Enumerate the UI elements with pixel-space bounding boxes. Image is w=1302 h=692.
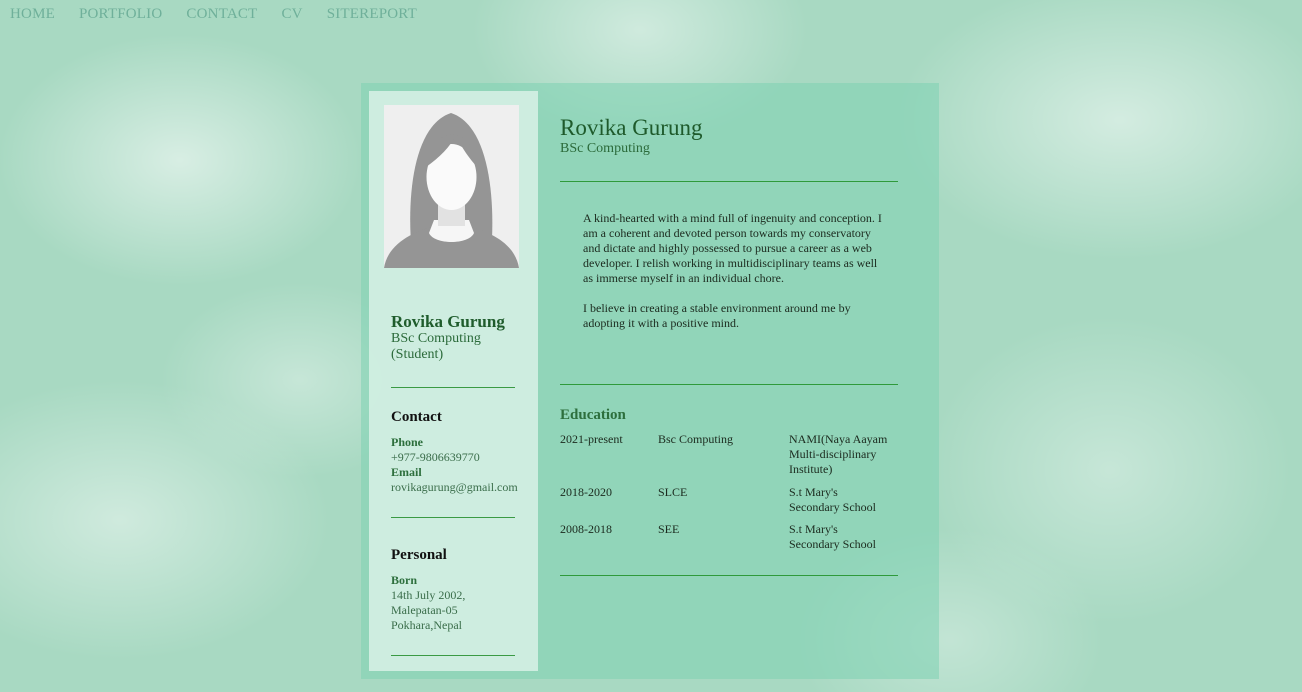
education-years: 2021-present bbox=[560, 432, 623, 446]
main-subtitle: BSc Computing bbox=[560, 141, 650, 156]
personal-heading: Personal bbox=[391, 547, 447, 563]
cv-sidebar: Rovika Gurung BSc Computing (Student) Co… bbox=[369, 91, 538, 671]
sidebar-name: Rovika Gurung bbox=[391, 312, 505, 331]
divider bbox=[560, 384, 898, 385]
nav-portfolio-link[interactable]: PORTFOLIO bbox=[79, 6, 162, 23]
phone-value: +977-9806639770 bbox=[391, 450, 480, 464]
education-degree: Bsc Computing bbox=[658, 432, 734, 446]
born-label: Born bbox=[391, 573, 418, 587]
education-degree: SLCE bbox=[658, 485, 688, 499]
about-paragraph: I believe in creating a stable environme… bbox=[583, 301, 851, 330]
education-years: 2018-2020 bbox=[560, 485, 612, 499]
divider bbox=[391, 387, 515, 388]
education-degree: SEE bbox=[658, 522, 680, 536]
nav-home-link[interactable]: HOME bbox=[10, 6, 55, 23]
education-heading: Education bbox=[560, 407, 626, 423]
education-institution: NAMI(Naya Aayam Multi-disciplinary Insti… bbox=[789, 432, 888, 476]
born-value: 14th July 2002, Malepatan-05 Pokhara,Nep… bbox=[391, 588, 466, 632]
avatar-placeholder-icon bbox=[384, 105, 519, 268]
main-name: Rovika Gurung bbox=[560, 115, 703, 140]
divider bbox=[391, 655, 515, 656]
divider bbox=[391, 517, 515, 518]
divider bbox=[560, 181, 898, 182]
about-paragraph: A kind-hearted with a mind full of ingen… bbox=[583, 211, 882, 285]
nav-contact-link[interactable]: CONTACT bbox=[186, 6, 257, 23]
nav-cv-link[interactable]: CV bbox=[281, 6, 302, 23]
sidebar-title: BSc Computing (Student) bbox=[391, 331, 481, 362]
phone-label: Phone bbox=[391, 435, 424, 449]
about-section: A kind-hearted with a mind full of ingen… bbox=[583, 211, 883, 346]
education-institution: S.t Mary's Secondary School bbox=[789, 522, 876, 551]
top-nav: HOME PORTFOLIO CONTACT CV SITEREPORT bbox=[10, 6, 417, 23]
nav-sitereport-link[interactable]: SITEREPORT bbox=[327, 6, 417, 23]
email-value: rovikagurung@gmail.com bbox=[391, 480, 518, 494]
email-label: Email bbox=[391, 465, 422, 479]
education-institution: S.t Mary's Secondary School bbox=[789, 485, 876, 514]
cv-card: Rovika Gurung BSc Computing (Student) Co… bbox=[361, 83, 939, 679]
education-years: 2008-2018 bbox=[560, 522, 612, 536]
contact-heading: Contact bbox=[391, 409, 442, 425]
divider bbox=[560, 575, 898, 576]
